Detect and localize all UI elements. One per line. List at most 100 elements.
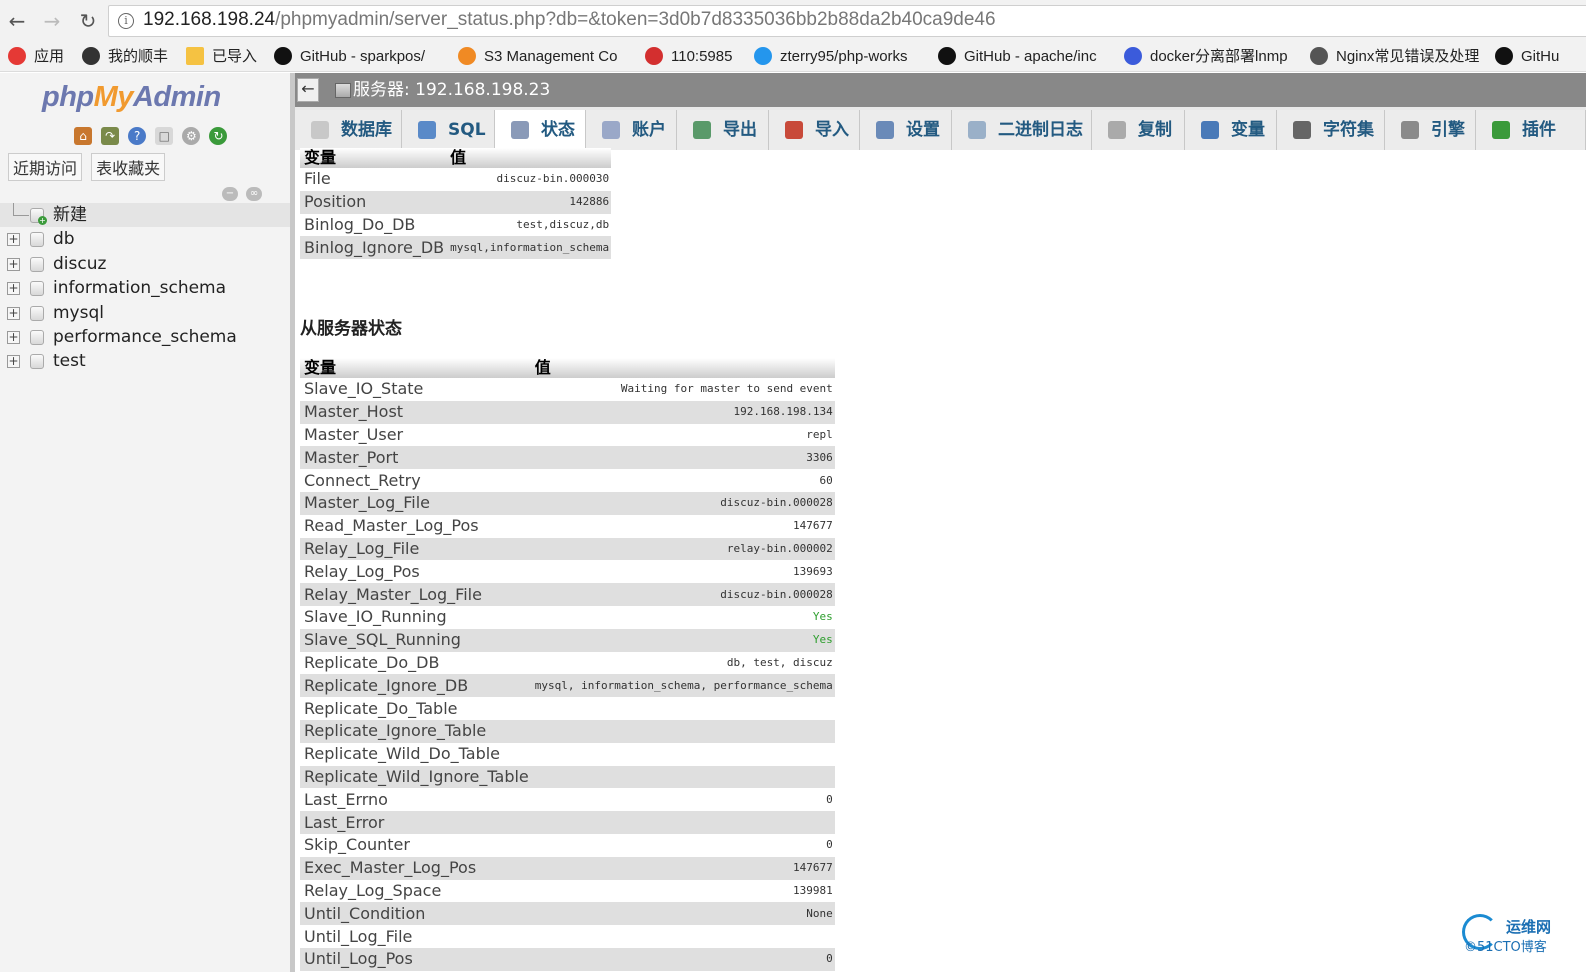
bookmark-label: 我的顺丰 bbox=[108, 48, 169, 65]
tab-replication[interactable]: 复制 bbox=[1092, 110, 1185, 150]
table-row: Exec_Master_Log_Pos 147677 bbox=[300, 856, 835, 880]
expand-plus-icon[interactable]: + bbox=[7, 233, 20, 247]
table-row: Relay_Master_Log_File discuz-bin.000028 bbox=[300, 583, 835, 606]
server-title[interactable]: 服务器: 192.168.198.23 bbox=[353, 78, 550, 102]
bookmark-item[interactable]: 110:5985 bbox=[645, 45, 732, 69]
tree-item-label[interactable]: information_schema bbox=[53, 276, 226, 300]
refresh-icon[interactable]: ↻ bbox=[209, 127, 228, 145]
bookmark-label: GitHub - sparkpos/ bbox=[300, 48, 426, 65]
bookmark-item[interactable]: S3 Management Co bbox=[458, 45, 617, 69]
table-row: Read_Master_Log_Pos 147677 bbox=[300, 514, 835, 538]
sf-express-icon bbox=[82, 47, 100, 65]
tab-database[interactable]: 数据库 bbox=[295, 110, 402, 150]
wrench-icon bbox=[876, 121, 894, 139]
tree-item-label[interactable]: discuz bbox=[53, 252, 106, 276]
tree-item-database[interactable]: + test bbox=[0, 349, 290, 373]
tab-label: 导入 bbox=[815, 120, 849, 140]
variable-value bbox=[530, 697, 835, 720]
expand-plus-icon[interactable]: + bbox=[7, 282, 20, 296]
back-arrow-icon[interactable]: ← bbox=[4, 8, 30, 34]
tree-item-label[interactable]: mysql bbox=[53, 301, 104, 325]
tab-label: 引擎 bbox=[1431, 120, 1465, 140]
tab-variables[interactable]: 变量 bbox=[1185, 110, 1277, 150]
bookmark-item[interactable]: GitHub - sparkpos/ bbox=[274, 45, 425, 69]
tree-item-database[interactable]: + db bbox=[0, 227, 290, 251]
tree-item-label[interactable]: db bbox=[53, 227, 75, 251]
recent-tables-link[interactable]: 近期访问 bbox=[8, 153, 83, 181]
phpmyadmin-logo[interactable]: phpMyAdmin bbox=[42, 81, 221, 114]
collapse-nav-icon[interactable]: ← bbox=[297, 78, 319, 102]
bookmark-item[interactable]: GitHub - apache/inc bbox=[938, 45, 1097, 69]
gear-icon[interactable]: ⚙ bbox=[182, 127, 201, 145]
table-row: Master_User repl bbox=[300, 423, 835, 447]
expand-plus-icon[interactable]: + bbox=[7, 306, 20, 320]
tree-item-label[interactable]: performance_schema bbox=[53, 325, 237, 349]
help-icon[interactable]: ? bbox=[128, 127, 147, 145]
tab-label: 数据库 bbox=[341, 120, 392, 140]
variable-value bbox=[530, 811, 835, 834]
accounts-icon bbox=[602, 121, 620, 139]
favorite-tables-link[interactable]: 表收藏夹 bbox=[91, 153, 166, 181]
nav-links: 近期访问 表收藏夹 bbox=[8, 153, 169, 181]
bookmark-item[interactable]: 应用 bbox=[8, 45, 64, 69]
tab-binlog[interactable]: 二进制日志 bbox=[952, 110, 1092, 150]
documentation-icon[interactable]: □ bbox=[155, 127, 174, 145]
bookmark-item[interactable]: zterry95/php-works bbox=[754, 45, 908, 69]
expand-plus-icon[interactable]: + bbox=[7, 330, 20, 344]
variable-value: 0 bbox=[530, 833, 835, 857]
github-icon bbox=[274, 47, 292, 65]
bookmark-item[interactable]: GitHu bbox=[1495, 45, 1559, 69]
tree-item-new[interactable]: + 新建 bbox=[0, 203, 290, 228]
tree-item-label[interactable]: 新建 bbox=[53, 203, 87, 227]
expand-plus-icon[interactable]: + bbox=[7, 355, 20, 369]
table-row: Skip_Counter 0 bbox=[300, 833, 835, 857]
variable-value bbox=[530, 719, 835, 743]
variable-value: mysql,information_schema bbox=[446, 236, 612, 260]
variable-value: 0 bbox=[530, 947, 835, 971]
variable-name: Relay_Log_Space bbox=[300, 879, 531, 903]
variable-value: 139981 bbox=[530, 879, 835, 903]
tab-status-chart[interactable]: 状态 bbox=[495, 110, 586, 150]
table-row: Until_Log_File bbox=[300, 925, 835, 948]
expand-plus-icon[interactable]: + bbox=[7, 257, 20, 271]
tree-item-database[interactable]: + information_schema bbox=[0, 276, 290, 300]
table-row: Master_Host 192.168.198.134 bbox=[300, 400, 835, 424]
tree-item-database[interactable]: + performance_schema bbox=[0, 325, 290, 349]
bookmark-item[interactable]: docker分离部署lnmp bbox=[1124, 45, 1288, 69]
home-icon[interactable]: ⌂ bbox=[74, 127, 92, 145]
table-row: Slave_SQL_Running Yes bbox=[300, 628, 835, 652]
bookmark-item[interactable]: Nginx常见错误及处理 bbox=[1310, 45, 1479, 69]
nav-resizer[interactable] bbox=[290, 73, 295, 972]
url-host: 192.168.198.24 bbox=[143, 9, 276, 30]
tab-accounts[interactable]: 账户 bbox=[586, 110, 677, 150]
tab-wrench[interactable]: 设置 bbox=[860, 110, 952, 150]
tab-puzzle[interactable]: 插件 bbox=[1476, 110, 1586, 150]
logout-icon[interactable]: ↷ bbox=[101, 127, 120, 145]
reload-icon[interactable]: ↻ bbox=[75, 8, 101, 34]
variable-name: Exec_Master_Log_Pos bbox=[300, 856, 531, 880]
link-with-main-icon[interactable]: ∞ bbox=[246, 187, 263, 201]
tree-item-database[interactable]: + mysql bbox=[0, 301, 290, 325]
table-row: Master_Log_File discuz-bin.000028 bbox=[300, 491, 835, 515]
tab-import[interactable]: 导入 bbox=[769, 110, 860, 150]
forward-arrow-icon[interactable]: → bbox=[39, 8, 65, 34]
tree-item-database[interactable]: + discuz bbox=[0, 252, 290, 276]
bookmark-item[interactable]: 已导入 bbox=[186, 45, 257, 69]
bookmark-item[interactable]: 我的顺丰 bbox=[82, 45, 168, 69]
tab-export[interactable]: 导出 bbox=[677, 110, 769, 150]
bookmark-label: 已导入 bbox=[212, 48, 258, 65]
variable-value: mysql, information_schema, performance_s… bbox=[530, 674, 835, 698]
bookmark-label: 110:5985 bbox=[671, 48, 733, 65]
bookmark-label: zterry95/php-works bbox=[780, 48, 908, 65]
address-bar[interactable]: i 192.168.198.24/phpmyadmin/server_statu… bbox=[108, 5, 1586, 37]
info-icon[interactable]: i bbox=[118, 13, 134, 29]
tab-charset[interactable]: 字符集 bbox=[1277, 110, 1385, 150]
collapse-all-icon[interactable]: − bbox=[222, 187, 238, 201]
table-row: Last_Error bbox=[300, 811, 835, 834]
tab-label: 字符集 bbox=[1323, 120, 1374, 140]
tab-engine[interactable]: 引擎 bbox=[1385, 110, 1476, 150]
pen-icon bbox=[1310, 47, 1328, 65]
tab-sql[interactable]: SQL bbox=[402, 110, 495, 150]
url-text[interactable]: 192.168.198.24/phpmyadmin/server_status.… bbox=[143, 9, 996, 31]
tree-item-label[interactable]: test bbox=[53, 349, 86, 373]
